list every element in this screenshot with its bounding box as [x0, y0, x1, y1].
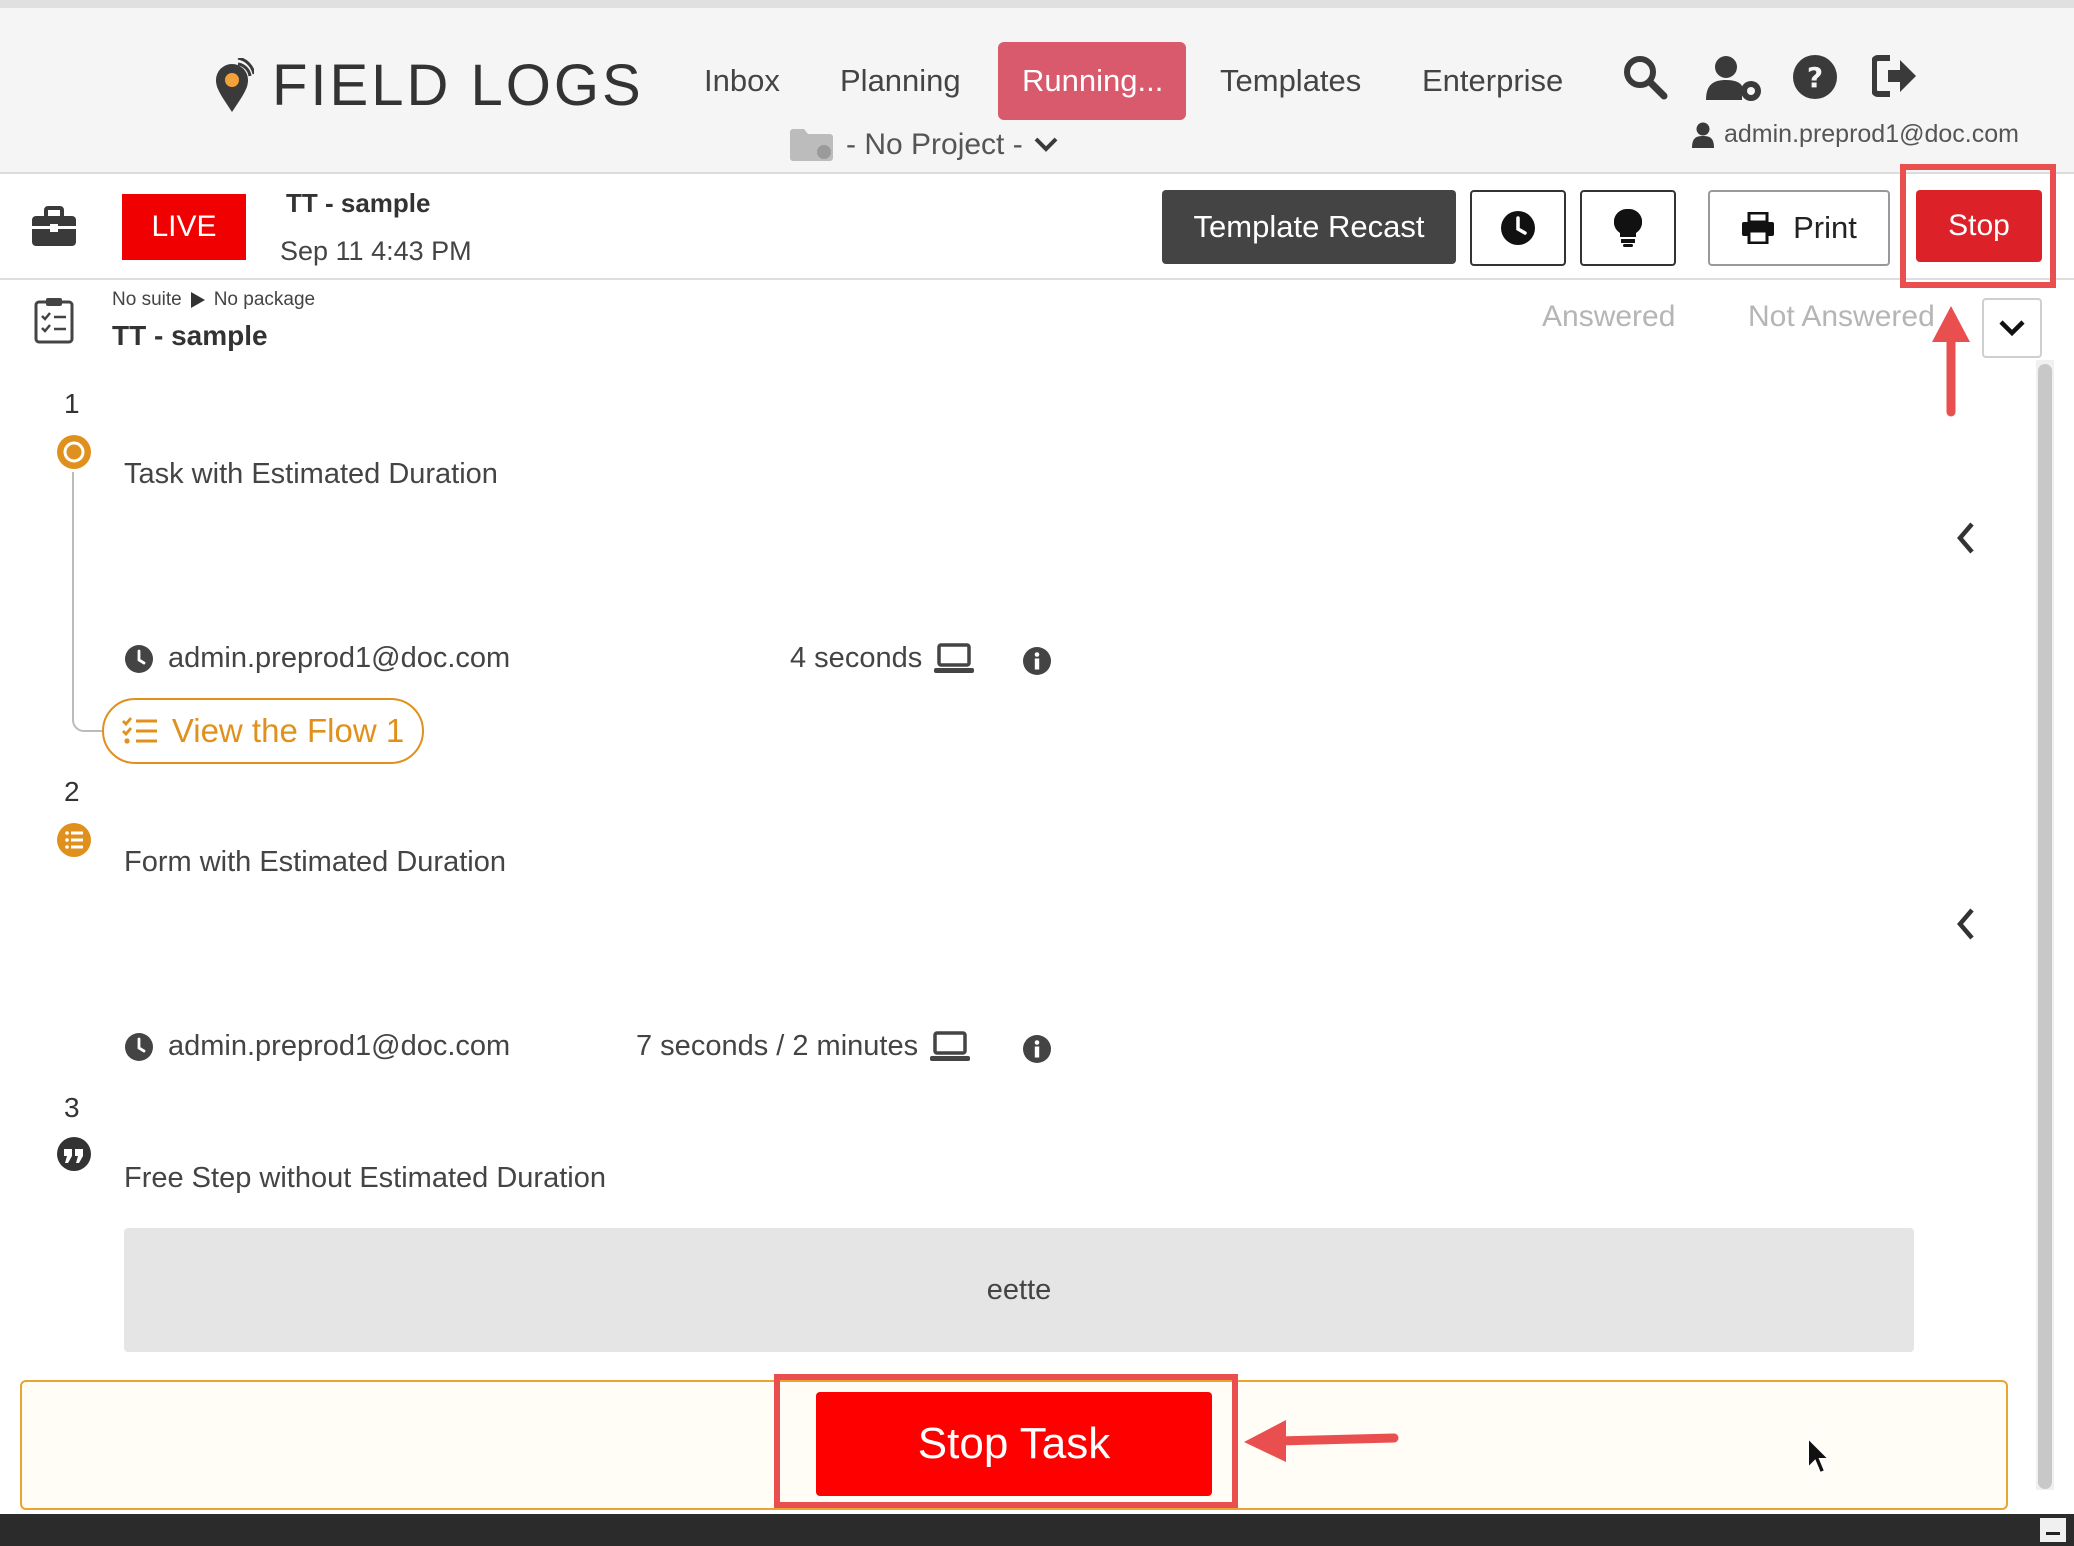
user-email: admin.preprod1@doc.com [1724, 120, 2019, 148]
clock-icon [125, 1032, 153, 1061]
current-user: admin.preprod1@doc.com [1692, 120, 2019, 149]
step-number-1: 1 [64, 388, 80, 419]
info-icon[interactable] [1022, 646, 1052, 676]
user-icon [1692, 122, 1714, 148]
info-icon[interactable] [1022, 1034, 1052, 1064]
step-label-2[interactable]: Form with Estimated Duration [124, 846, 506, 879]
lightbulb-icon [1614, 208, 1642, 247]
run-title: TT - sample [286, 188, 431, 218]
checklist-icon [34, 296, 74, 349]
project-label: - No Project - [846, 128, 1023, 161]
print-button[interactable]: Print [1708, 190, 1890, 266]
step-1-duration: 4 seconds [790, 642, 975, 675]
print-label: Print [1793, 210, 1857, 245]
live-badge: LIVE [122, 194, 246, 260]
run-timestamp: Sep 11 4:43 PM [280, 236, 472, 266]
chevron-down-icon [1034, 137, 1058, 152]
app-logo[interactable]: FIELD LOGS [210, 52, 644, 119]
step-2-duration-text: 7 seconds / 2 minutes [636, 1030, 919, 1062]
stop-task-highlight [774, 1374, 1238, 1508]
quote-icon [57, 1137, 91, 1171]
package-label: No package [213, 289, 316, 310]
suite-label: No suite [112, 289, 182, 310]
logout-icon[interactable] [1871, 54, 1922, 104]
list-check-icon [121, 717, 157, 744]
play-arrow-icon [190, 292, 205, 308]
collapse-toggle-button[interactable] [1982, 298, 2042, 358]
step-label-3[interactable]: Free Step without Estimated Duration [124, 1162, 606, 1195]
bottom-bar [0, 1514, 2074, 1546]
chevron-left-icon[interactable] [1954, 520, 1978, 556]
step-connector-curve [72, 716, 106, 732]
search-icon[interactable] [1622, 54, 1672, 104]
template-recast-button[interactable]: Template Recast [1162, 190, 1456, 264]
filter-answered[interactable]: Answered [1542, 300, 1675, 334]
step-number-3: 3 [64, 1092, 80, 1123]
step-status-in-progress-icon [57, 435, 91, 469]
view-flow-label: View the Flow 1 [171, 712, 405, 749]
briefcase-icon[interactable] [30, 206, 78, 253]
step-number-2: 2 [64, 776, 80, 807]
scrollbar-thumb[interactable] [2038, 364, 2052, 1489]
mouse-cursor-icon [1807, 1436, 1832, 1475]
help-icon[interactable]: ? [1792, 54, 1842, 104]
minimize-icon[interactable] [2040, 1518, 2066, 1542]
view-flow-button[interactable]: View the Flow 1 [102, 698, 424, 764]
step-1-duration-text: 4 seconds [790, 642, 923, 674]
step-2-duration: 7 seconds / 2 minutes [636, 1030, 971, 1063]
chevron-left-icon[interactable] [1954, 906, 1978, 942]
user-settings-icon[interactable] [1706, 54, 1761, 104]
logo-text: FIELD LOGS [272, 53, 644, 118]
stop-button-highlight [1900, 164, 2056, 288]
annotation-arrow-left-icon [1244, 1420, 1399, 1462]
step-1-user: admin.preprod1@doc.com [124, 642, 510, 675]
project-selector[interactable]: - No Project - [790, 128, 1059, 162]
folder-settings-icon [790, 129, 833, 161]
step-2-user-email: admin.preprod1@doc.com [168, 1030, 511, 1062]
step-connector-line [72, 472, 74, 718]
breadcrumb: No suite No package [112, 289, 315, 311]
clock-icon [125, 644, 153, 673]
step-1-user-email: admin.preprod1@doc.com [168, 642, 511, 674]
nav-templates[interactable]: Templates [1196, 42, 1385, 120]
filter-not-answered[interactable]: Not Answered [1748, 300, 1952, 334]
step-2-user: admin.preprod1@doc.com [124, 1030, 510, 1063]
form-list-icon [57, 823, 91, 857]
free-step-answer-field[interactable]: eette [124, 1228, 1914, 1352]
printer-icon [1742, 212, 1775, 244]
laptop-icon [934, 642, 975, 673]
nav-enterprise[interactable]: Enterprise [1398, 42, 1587, 120]
nav-planning[interactable]: Planning [816, 42, 985, 120]
tips-button[interactable] [1580, 190, 1676, 266]
history-button[interactable] [1470, 190, 1566, 266]
nav-inbox[interactable]: Inbox [680, 42, 804, 120]
task-title: TT - sample [112, 320, 268, 351]
laptop-icon [930, 1030, 971, 1061]
clock-icon [1501, 211, 1535, 245]
svg-text:?: ? [1807, 61, 1823, 94]
chevron-down-icon [1999, 320, 2025, 337]
location-pin-logo-icon [216, 57, 254, 112]
step-label-1[interactable]: Task with Estimated Duration [124, 458, 498, 491]
nav-running[interactable]: Running... [998, 42, 1186, 120]
